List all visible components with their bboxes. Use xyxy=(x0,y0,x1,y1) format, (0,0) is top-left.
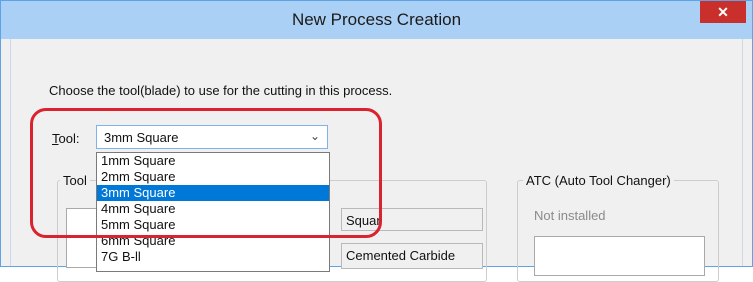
atc-group-label: ATC (Auto Tool Changer) xyxy=(523,173,674,188)
dropdown-option-6mm[interactable]: 6mm Square xyxy=(97,233,329,249)
tool-label: Tool: xyxy=(52,131,79,146)
dropdown-option-4mm[interactable]: 4mm Square xyxy=(97,201,329,217)
atc-list[interactable] xyxy=(534,236,705,276)
dropdown-option-1mm[interactable]: 1mm Square xyxy=(97,153,329,169)
title-bar[interactable]: New Process Creation ✕ xyxy=(1,1,752,39)
close-button[interactable]: ✕ xyxy=(700,1,746,23)
chevron-down-icon[interactable]: ⌄ xyxy=(310,129,320,143)
dropdown-option-2mm[interactable]: 2mm Square xyxy=(97,169,329,185)
dropdown-option-7[interactable]: 7G B-ll xyxy=(97,249,329,265)
tool-select[interactable]: 3mm Square ⌄ xyxy=(96,125,328,149)
tool-type-field: Squar xyxy=(341,208,483,231)
tool-dropdown-list[interactable]: 1mm Square 2mm Square 3mm Square 4mm Squ… xyxy=(96,152,330,272)
tool-label-rest: ool: xyxy=(58,131,80,146)
dropdown-option-3mm[interactable]: 3mm Square xyxy=(97,185,329,201)
tool-select-value: 3mm Square xyxy=(104,130,179,145)
dropdown-option-5mm[interactable]: 5mm Square xyxy=(97,217,329,233)
window-title: New Process Creation xyxy=(291,10,462,29)
tool-material-field: Cemented Carbide xyxy=(341,243,483,269)
tool-group-label: Tool xyxy=(60,173,90,188)
instruction-text: Choose the tool(blade) to use for the cu… xyxy=(49,83,393,98)
atc-status: Not installed xyxy=(534,208,606,223)
